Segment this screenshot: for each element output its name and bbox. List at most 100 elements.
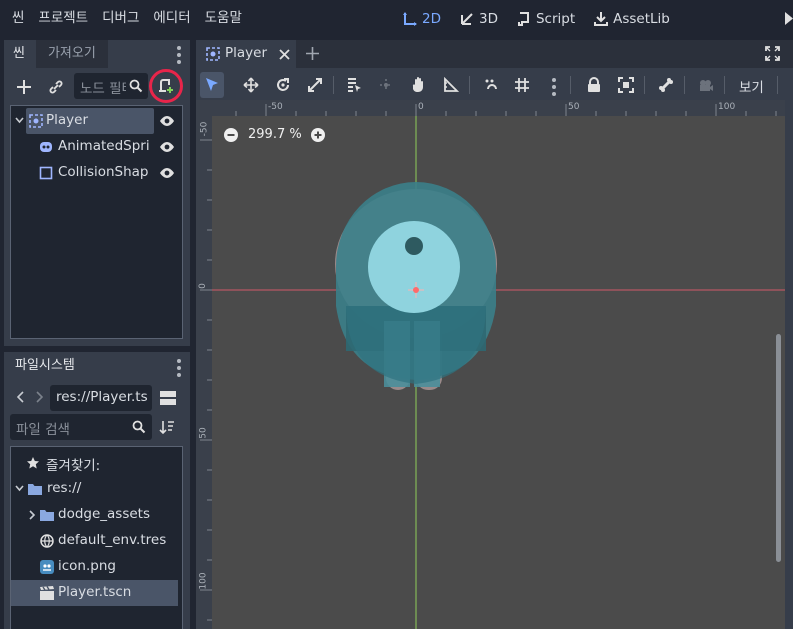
tree-row-animatedsprite[interactable]: AnimatedSpri <box>11 134 182 160</box>
folder-icon <box>28 484 42 495</box>
workspace-2d-button[interactable]: 2D <box>393 0 450 38</box>
player-sprite <box>212 116 785 629</box>
pivot-tool-icon[interactable] <box>378 77 394 93</box>
scale-tool-icon[interactable] <box>307 77 323 93</box>
list-select-icon[interactable] <box>346 77 362 93</box>
zoom-in-icon[interactable] <box>311 128 325 142</box>
zoom-reset-button[interactable]: 299.7 % <box>248 127 302 142</box>
tree-row-player[interactable]: Player <box>11 108 182 134</box>
tree-node-label: Player <box>46 112 89 128</box>
menu-help[interactable]: 도움말 <box>198 0 249 38</box>
camera-override-icon[interactable] <box>698 77 714 93</box>
main-menu: 씬 프로젝트 디버그 에디터 도움말 <box>5 0 249 38</box>
tab-scene[interactable]: 씬 <box>4 40 34 68</box>
3d-workspace-icon <box>460 13 473 25</box>
forward-arrow-icon[interactable] <box>36 391 43 403</box>
visibility-eye-icon[interactable] <box>159 139 175 155</box>
favorites-label: 즐겨찾기: <box>46 458 101 474</box>
distraction-free-icon[interactable] <box>765 46 780 61</box>
ruler-label: 50 <box>198 427 209 439</box>
attach-script-button[interactable] <box>149 69 183 103</box>
file-row-player-tscn[interactable]: Player.tscn <box>11 580 178 606</box>
tree-row-collisionshape[interactable]: CollisionShap <box>11 160 182 186</box>
collapse-arrow-icon[interactable] <box>15 117 24 124</box>
smart-snap-icon[interactable] <box>484 77 500 93</box>
grid-snap-icon[interactable] <box>514 77 530 93</box>
file-search-field[interactable]: 파일 검색 <box>10 414 152 440</box>
ruler-label: 50 <box>568 102 580 112</box>
folder-icon <box>40 510 54 521</box>
scene-tab-label: Player <box>225 45 268 61</box>
scene-tab-player[interactable]: Player <box>196 40 296 68</box>
workspace-script-button[interactable]: Script <box>507 0 584 38</box>
tab-import[interactable]: 가져오기 <box>35 40 108 68</box>
snap-options-icon[interactable] <box>552 78 556 96</box>
filesystem-dock-menu-icon[interactable] <box>177 359 181 377</box>
file-label: dodge_assets <box>58 506 150 522</box>
ruler-tool-icon[interactable] <box>443 77 459 93</box>
path-field[interactable]: res://Player.ts <box>50 385 152 411</box>
view-menu-button[interactable]: 보기 <box>739 76 764 96</box>
search-icon <box>132 420 146 434</box>
file-row-icon-png[interactable]: icon.png <box>11 554 182 580</box>
select-tool-icon[interactable] <box>205 77 219 93</box>
menu-scene[interactable]: 씬 <box>5 0 31 38</box>
node-filter-field[interactable]: 노드 필터 <box>74 73 148 99</box>
file-label: Player.tscn <box>58 584 132 600</box>
node2d-icon <box>29 114 43 128</box>
back-arrow-icon[interactable] <box>17 391 24 403</box>
rotate-tool-icon[interactable] <box>275 77 291 93</box>
file-label: res:// <box>47 480 82 496</box>
scene-tree: Player AnimatedSpri CollisionShap <box>10 105 183 339</box>
visibility-eye-icon[interactable] <box>159 113 175 129</box>
menu-project[interactable]: 프로젝트 <box>31 0 95 38</box>
menu-debug[interactable]: 디버그 <box>95 0 146 38</box>
bone-icon[interactable] <box>658 77 674 93</box>
pan-tool-icon[interactable] <box>411 76 427 93</box>
assetlib-icon <box>594 12 609 26</box>
collapse-arrow-icon[interactable] <box>15 485 24 492</box>
vertical-ruler: -50 0 50 100 <box>196 116 212 629</box>
instance-scene-button[interactable] <box>46 77 66 97</box>
add-node-button[interactable] <box>14 77 34 97</box>
new-scene-tab-icon[interactable] <box>305 46 320 61</box>
menu-editor[interactable]: 에디터 <box>146 0 197 38</box>
workspace-3d-button[interactable]: 3D <box>450 0 507 38</box>
zoom-out-icon[interactable] <box>224 128 238 142</box>
node2d-icon <box>206 47 220 61</box>
workspace-assetlib-button[interactable]: AssetLib <box>584 0 679 38</box>
file-row-dodge-assets[interactable]: dodge_assets <box>11 502 182 528</box>
plus-icon <box>17 80 31 94</box>
scene-dock-menu-icon[interactable] <box>177 46 181 64</box>
vertical-scrollbar[interactable] <box>776 334 781 562</box>
collision-shape-icon <box>39 166 53 180</box>
move-tool-icon[interactable] <box>243 77 259 93</box>
expand-arrow-icon[interactable] <box>29 510 36 520</box>
visibility-eye-icon[interactable] <box>159 165 175 181</box>
split-view-icon[interactable] <box>159 390 177 406</box>
lock-icon[interactable] <box>587 77 601 93</box>
play-icon[interactable] <box>785 12 793 25</box>
tree-node-label: CollisionShap <box>58 164 149 180</box>
script-icon <box>517 12 529 26</box>
add-script-icon <box>159 79 173 93</box>
canvas-viewport[interactable]: 299.7 % <box>212 116 785 629</box>
scene-dock-tabs: 씬 가져오기 <box>4 40 108 68</box>
ruler-label: 100 <box>718 102 736 112</box>
tree-node-label: AnimatedSpri <box>58 138 150 154</box>
top-bar: 씬 프로젝트 디버그 에디터 도움말 2D 3D Script AssetLib <box>0 0 793 38</box>
image-icon <box>40 560 54 574</box>
file-row-default-env[interactable]: default_env.tres <box>11 528 182 554</box>
tab-filesystem[interactable]: 파일시스템 <box>4 352 86 380</box>
close-icon[interactable] <box>279 49 290 60</box>
environment-icon <box>40 534 54 548</box>
path-field-value: res://Player.ts <box>56 389 148 405</box>
favorites-row[interactable]: 즐겨찾기: <box>11 450 182 476</box>
horizontal-ruler: -50 0 50 100 <box>212 100 785 116</box>
scene-icon <box>40 586 54 600</box>
file-row-res[interactable]: res:// <box>11 476 182 502</box>
ruler-label: 100 <box>198 572 209 590</box>
group-icon[interactable] <box>618 77 634 93</box>
file-label: default_env.tres <box>58 532 167 548</box>
sort-icon[interactable] <box>159 419 175 435</box>
